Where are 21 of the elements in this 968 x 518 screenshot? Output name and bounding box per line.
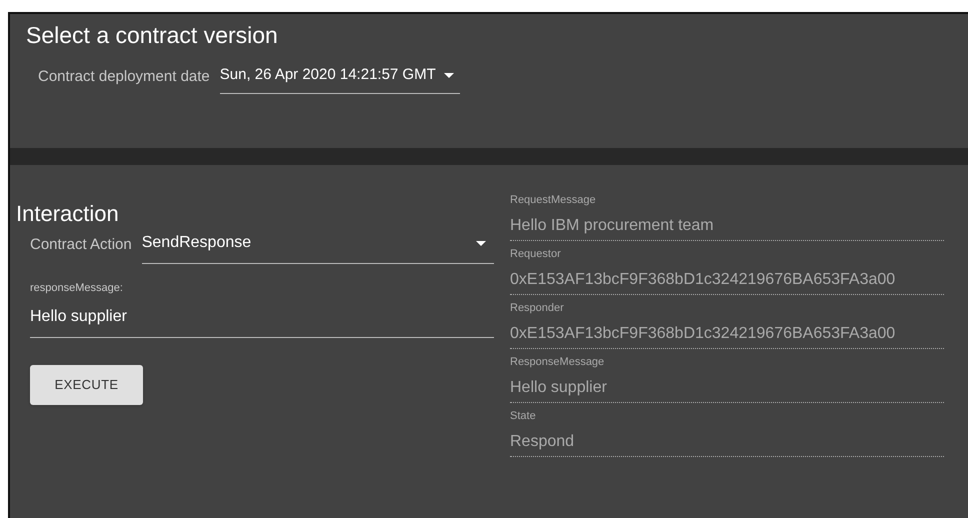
date-dropdown[interactable]: Sun, 26 Apr 2020 14:21:57 GMT: [220, 60, 460, 94]
property-value: Hello supplier: [510, 379, 608, 397]
property-value: 0xE153AF13bcF9F368bD1c324219676BA653FA3a00: [510, 325, 896, 343]
property-label: Responder: [510, 301, 565, 315]
field-label: Contract deployment date: [38, 66, 210, 86]
input-label: responseMessage:: [30, 281, 124, 296]
property-value: Hello IBM procurement team: [510, 217, 715, 235]
property-value: 0xE153AF13bcF9F368bD1c324219676BA653FA3a00: [510, 271, 896, 289]
caret-icon: [476, 240, 486, 246]
property-label: Requestor: [510, 247, 562, 261]
property-label: RequestMessage: [510, 193, 597, 207]
section-title: Select a contract version: [26, 21, 279, 50]
action-dropdown[interactable]: SendResponse: [142, 231, 494, 264]
property-value: Respond: [510, 433, 576, 451]
section-title: Interaction: [16, 201, 120, 227]
input-field[interactable]: Hello supplier: [30, 296, 494, 338]
execute-button[interactable]: EXECUTE: [30, 364, 143, 404]
property-label: ResponseMessage: [510, 355, 606, 369]
caret-icon: [444, 72, 454, 78]
property-label: State: [510, 409, 537, 423]
field-label: Contract Action: [30, 234, 132, 254]
